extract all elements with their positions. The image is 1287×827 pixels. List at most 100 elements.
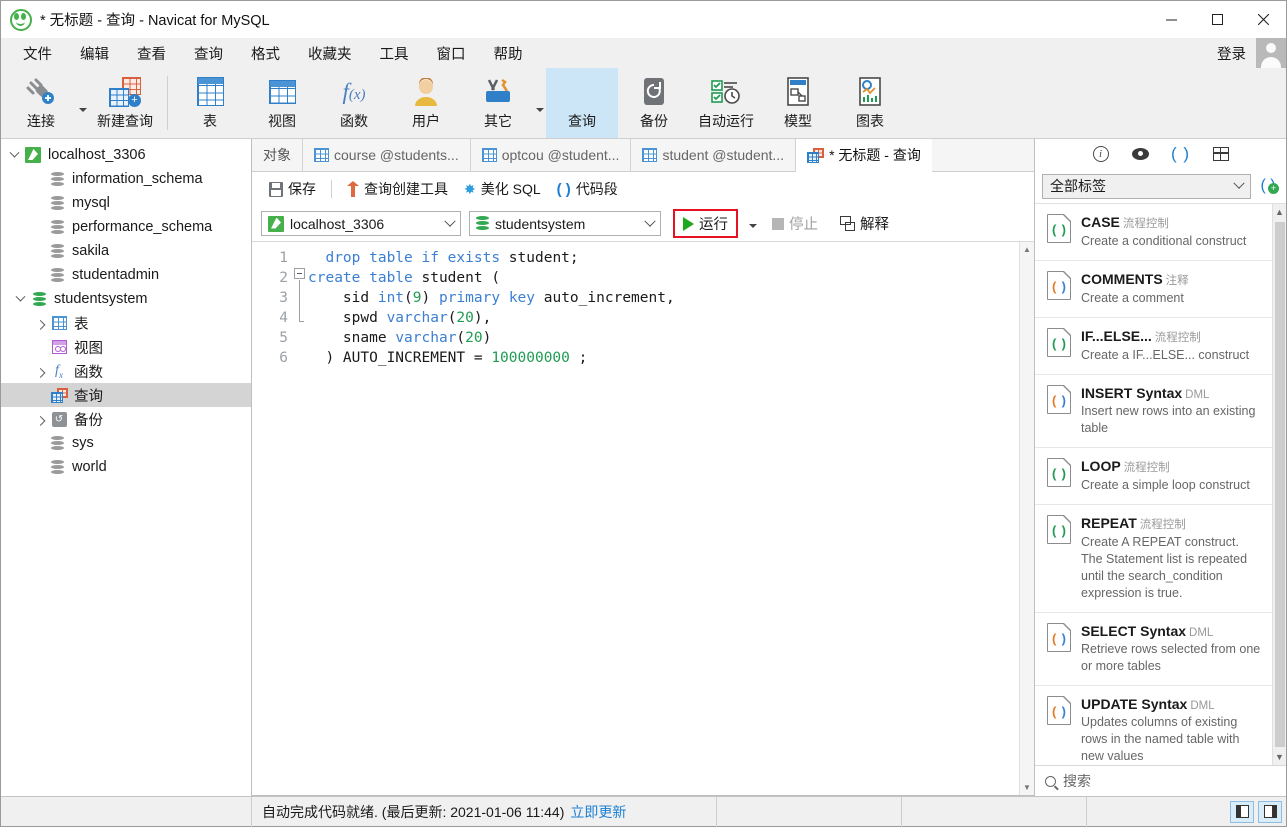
- toolbar-query-button[interactable]: 查询: [546, 68, 618, 138]
- list-item[interactable]: () COMMENTS 注释 Create a comment: [1035, 261, 1272, 318]
- avatar[interactable]: [1256, 38, 1286, 68]
- toolbar-others-button[interactable]: 其它: [462, 68, 534, 138]
- query-builder-icon: [347, 181, 359, 197]
- run-button[interactable]: 运行: [673, 209, 738, 238]
- scroll-up-icon[interactable]: ▲: [1020, 242, 1035, 257]
- scrollbar-thumb[interactable]: [1274, 222, 1285, 747]
- tab-course[interactable]: course @students...: [303, 139, 471, 171]
- snippets-icon[interactable]: ( ): [1170, 143, 1192, 165]
- list-item[interactable]: () LOOP 流程控制 Create a simple loop constru…: [1035, 448, 1272, 505]
- others-dropdown-caret-icon[interactable]: [534, 68, 546, 138]
- snippet-list[interactable]: () CASE 流程控制 Create a conditional constru…: [1035, 203, 1286, 765]
- sidebar-label: world: [72, 459, 107, 475]
- snippet-category: 流程控制: [1154, 332, 1201, 344]
- menu-view[interactable]: 查看: [123, 39, 180, 68]
- toolbar-table-button[interactable]: 表: [174, 68, 246, 138]
- twisty-right-icon[interactable]: [31, 415, 49, 426]
- beautify-sql-button[interactable]: ✸ 美化 SQL: [456, 176, 549, 202]
- code-snippet-button[interactable]: ( ) 代码段: [549, 176, 626, 202]
- scroll-down-icon[interactable]: ▼: [1020, 780, 1035, 795]
- snippet-search-box[interactable]: 搜索: [1035, 765, 1286, 796]
- close-button[interactable]: [1240, 1, 1286, 38]
- add-snippet-button[interactable]: ( ) +: [1257, 177, 1279, 195]
- toolbar-view-button[interactable]: 视图: [246, 68, 318, 138]
- toggle-left-panel-button[interactable]: [1230, 800, 1254, 823]
- sidebar-item-information-schema[interactable]: information_schema: [1, 167, 251, 191]
- connection-dropdown-caret-icon[interactable]: [77, 68, 89, 138]
- sidebar-item-localhost-3306[interactable]: localhost_3306: [1, 143, 251, 167]
- minimize-button[interactable]: [1148, 1, 1194, 38]
- snippet-icon: (): [1047, 458, 1071, 487]
- toolbar-new-query-button[interactable]: + 新建查询: [89, 68, 161, 138]
- tab-optcou[interactable]: optcou @student...: [471, 139, 632, 171]
- list-item[interactable]: () SELECT Syntax DML Retrieve rows select…: [1035, 613, 1272, 686]
- tag-filter-select[interactable]: 全部标签: [1042, 173, 1251, 199]
- twisty-down-icon[interactable]: [5, 147, 23, 159]
- menu-format[interactable]: 格式: [237, 39, 294, 68]
- database-select[interactable]: studentsystem: [469, 211, 661, 236]
- run-dropdown-caret-icon[interactable]: [749, 223, 757, 228]
- scroll-down-icon[interactable]: ▼: [1275, 749, 1284, 765]
- explain-button[interactable]: 解释: [833, 210, 896, 237]
- preview-eye-icon[interactable]: [1130, 143, 1152, 165]
- code-line: ) AUTO_INCREMENT = 100000000 ;: [308, 350, 588, 366]
- menu-file[interactable]: 文件: [9, 39, 66, 68]
- tab-student[interactable]: student @student...: [631, 139, 797, 171]
- toolbar-connection-button[interactable]: 连接: [5, 68, 77, 138]
- menu-help[interactable]: 帮助: [480, 39, 537, 68]
- maximize-button[interactable]: [1194, 1, 1240, 38]
- sidebar-item-backups[interactable]: ↺ 备份: [1, 407, 251, 431]
- scroll-up-icon[interactable]: ▲: [1275, 204, 1284, 220]
- menu-tools[interactable]: 工具: [366, 39, 423, 68]
- sidebar-item-views[interactable]: 视图: [1, 335, 251, 359]
- main-toolbar: 连接 + 新建查询 表 视图 f(x) 函数 用户 其它 查询 备份 自动运行 …: [1, 68, 1286, 139]
- toolbar-backup-button[interactable]: 备份: [618, 68, 690, 138]
- info-icon[interactable]: i: [1090, 143, 1112, 165]
- connection-select[interactable]: localhost_3306: [261, 211, 461, 236]
- tab-objects[interactable]: 对象: [252, 139, 303, 171]
- list-item[interactable]: () IF...ELSE... 流程控制 Create a IF...ELSE..…: [1035, 318, 1272, 375]
- sidebar-item-performance-schema[interactable]: performance_schema: [1, 215, 251, 239]
- save-button[interactable]: 保存: [261, 176, 324, 202]
- toolbar-function-button[interactable]: f(x) 函数: [318, 68, 390, 138]
- update-now-link[interactable]: 立即更新: [570, 802, 626, 822]
- toggle-right-panel-button[interactable]: [1258, 800, 1282, 823]
- list-item[interactable]: () CASE 流程控制 Create a conditional constru…: [1035, 204, 1272, 261]
- snippet-scrollbar[interactable]: ▲ ▼: [1272, 204, 1286, 765]
- list-item[interactable]: () INSERT Syntax DML Insert new rows into…: [1035, 375, 1272, 448]
- sidebar-item-queries[interactable]: 查询: [1, 383, 251, 407]
- snippet-desc: Create a conditional construct: [1081, 234, 1247, 248]
- sidebar-item-tables[interactable]: 表: [1, 311, 251, 335]
- sql-code-text[interactable]: drop table if exists student; create tabl…: [308, 242, 675, 795]
- sidebar-item-sys[interactable]: sys: [1, 431, 251, 455]
- sidebar-item-mysql[interactable]: mysql: [1, 191, 251, 215]
- twisty-right-icon[interactable]: [31, 367, 49, 378]
- query-builder-button[interactable]: 查询创建工具: [339, 176, 456, 202]
- toolbar-function-label: 函数: [340, 113, 368, 129]
- toolbar-automation-button[interactable]: 自动运行: [690, 68, 762, 138]
- list-item[interactable]: () UPDATE Syntax DML Updates columns of e…: [1035, 686, 1272, 765]
- menu-favorites[interactable]: 收藏夹: [294, 39, 366, 68]
- sidebar-item-studentadmin[interactable]: studentadmin: [1, 263, 251, 287]
- sidebar-item-functions[interactable]: fx 函数: [1, 359, 251, 383]
- tab-untitled-query[interactable]: * 无标题 - 查询: [796, 139, 932, 172]
- sidebar-item-studentsystem[interactable]: studentsystem: [1, 287, 251, 311]
- editor-vertical-scrollbar[interactable]: ▲ ▼: [1019, 242, 1034, 795]
- menu-edit[interactable]: 编辑: [66, 39, 123, 68]
- toolbar-model-button[interactable]: 模型: [762, 68, 834, 138]
- menu-window[interactable]: 窗口: [423, 39, 480, 68]
- list-item[interactable]: () REPEAT 流程控制 Create A REPEAT construct.…: [1035, 505, 1272, 613]
- twisty-down-icon[interactable]: [11, 291, 29, 303]
- twisty-right-icon[interactable]: [31, 319, 49, 330]
- sql-editor[interactable]: 1 2 3 4 5 6 drop table if exists student…: [252, 242, 1019, 795]
- menu-query[interactable]: 查询: [180, 39, 237, 68]
- code-fold-gutter[interactable]: [292, 242, 308, 795]
- sidebar-item-world[interactable]: world: [1, 455, 251, 479]
- toolbar-user-button[interactable]: 用户: [390, 68, 462, 138]
- sidebar-label: sakila: [72, 243, 110, 259]
- fold-collapse-icon[interactable]: [294, 268, 305, 279]
- sidebar-item-sakila[interactable]: sakila: [1, 239, 251, 263]
- structure-columns-icon[interactable]: [1210, 143, 1232, 165]
- login-link[interactable]: 登录: [1207, 43, 1256, 64]
- toolbar-chart-button[interactable]: 图表: [834, 68, 906, 138]
